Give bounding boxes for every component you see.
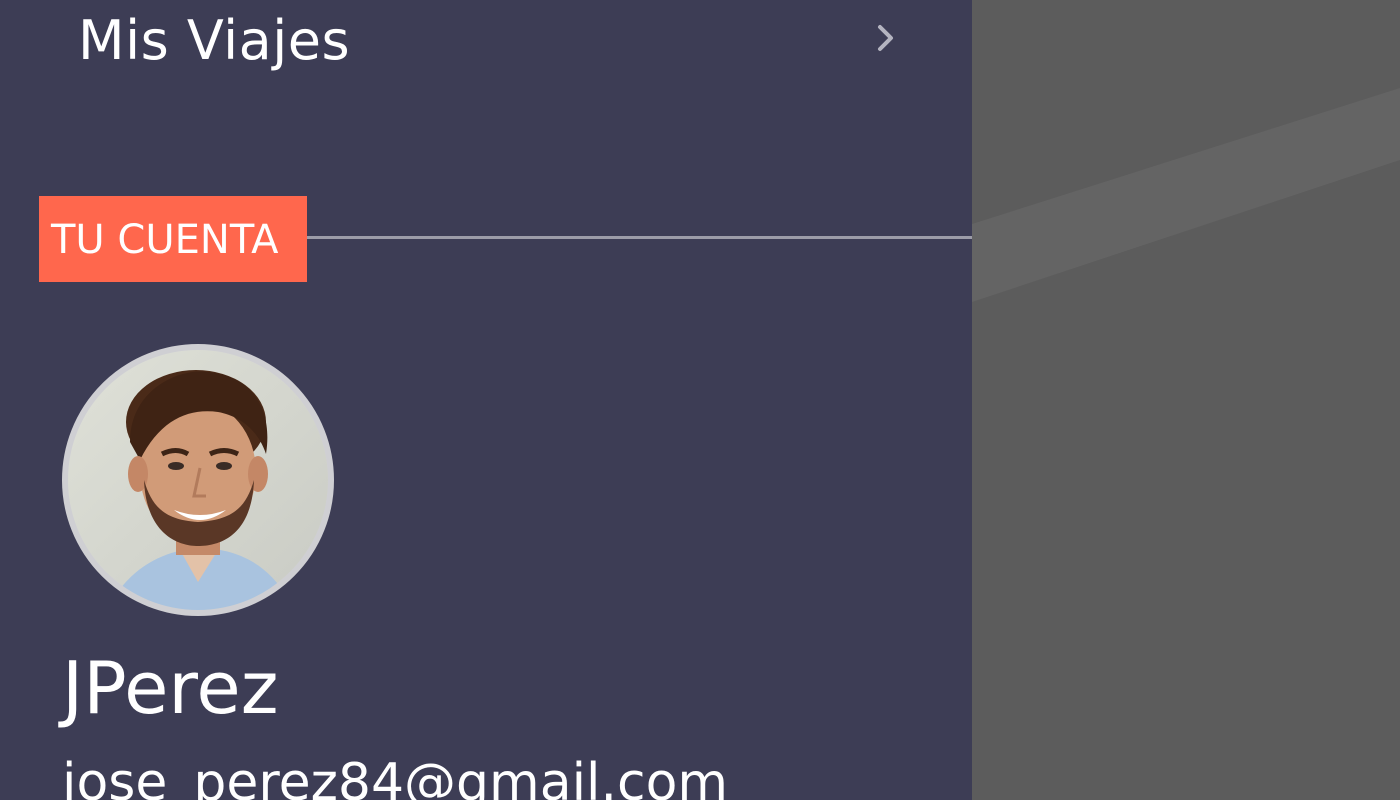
chevron-right-icon [878,25,893,51]
avatar-photo [68,350,328,610]
menu-item-label: Mis Viajes [78,9,351,72]
menu-item-mis-viajes[interactable]: Mis Viajes [0,0,972,82]
drawer-scrim[interactable] [972,0,1400,800]
avatar[interactable] [62,344,334,616]
navigation-drawer: Mis Viajes TU CUENTA JPerez jose_perez84… [0,0,972,800]
account-email: jose_perez84@gmail.com [62,753,729,800]
section-header-tu-cuenta: TU CUENTA [39,196,307,282]
section-header-label: TU CUENTA [51,217,279,263]
app-screen: Mis Viajes TU CUENTA JPerez jose_perez84… [0,0,1400,800]
background-shape [972,88,1400,302]
account-username: JPerez [62,646,279,730]
section-divider [300,236,972,239]
